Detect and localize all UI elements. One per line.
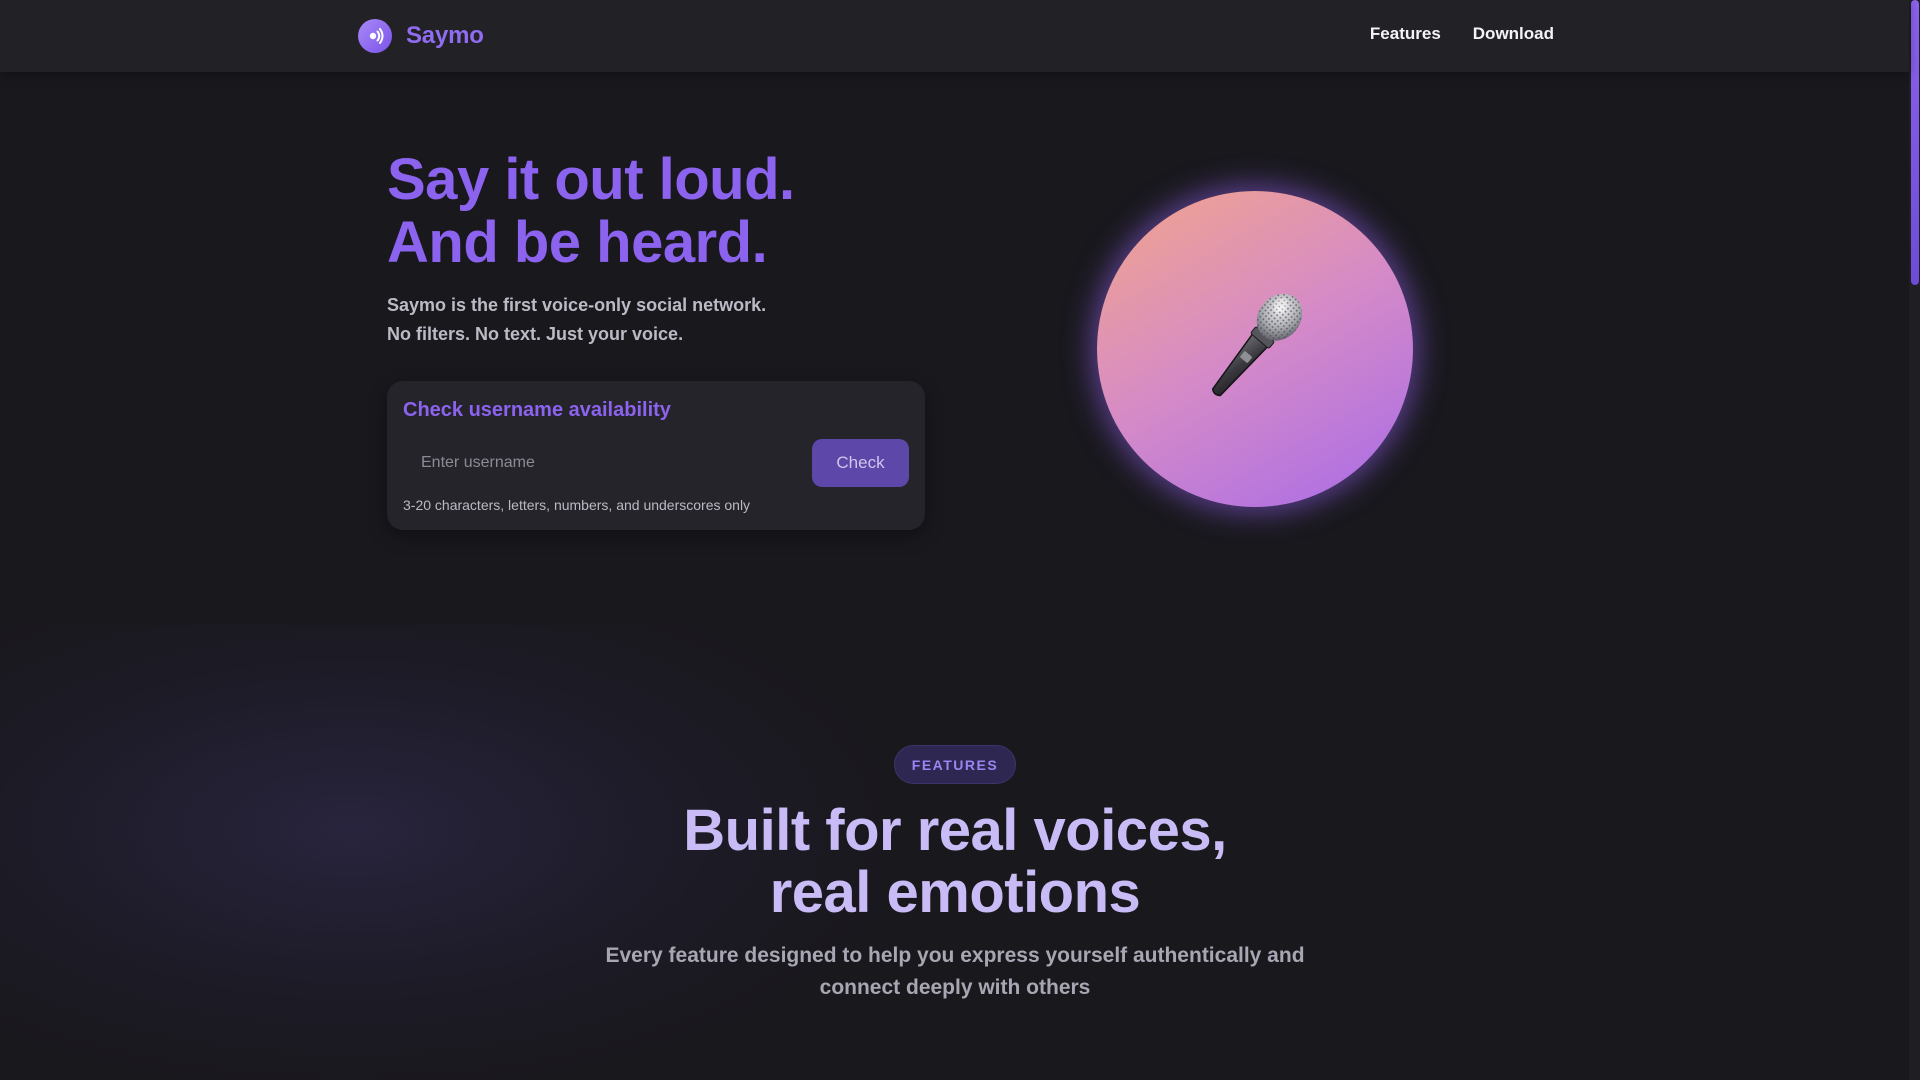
- nav-links: Features Download: [1370, 24, 1554, 44]
- landing-page: Saymo Features Download Say it out loud.…: [0, 0, 1920, 1080]
- hero-title-line-2: And be heard.: [387, 210, 768, 275]
- username-input[interactable]: [403, 439, 803, 487]
- page-scrollbar[interactable]: [1909, 0, 1920, 1080]
- features-title-line-2: real emotions: [769, 860, 1141, 925]
- username-check-title: Check username availability: [403, 399, 671, 421]
- brand-home-link[interactable]: Saymo: [358, 18, 484, 54]
- nav-link-download[interactable]: Download: [1473, 24, 1554, 44]
- hero-illustration: [1097, 191, 1413, 507]
- nav-link-features[interactable]: Features: [1370, 24, 1441, 44]
- hero-subtitle-line-2: No filters. No text. Just your voice.: [387, 324, 684, 344]
- check-button[interactable]: Check: [812, 439, 909, 487]
- features-title-line-1: Built for real voices,: [683, 798, 1227, 863]
- scrollbar-thumb[interactable]: [1911, 0, 1919, 285]
- features-subtitle: Every feature designed to help you expre…: [560, 940, 1350, 1004]
- username-check-card: Check username availability Check 3-20 c…: [387, 381, 925, 530]
- hero-subtitle: Saymo is the first voice-only social net…: [387, 291, 766, 349]
- username-hint: 3-20 characters, letters, numbers, and u…: [403, 497, 751, 513]
- features-badge: FEATURES: [894, 745, 1016, 784]
- hero-subtitle-line-1: Saymo is the first voice-only social net…: [387, 295, 767, 315]
- features-subtitle-line-2: connect deeply with others: [819, 976, 1091, 999]
- hero-title-line-1: Say it out loud.: [387, 147, 795, 212]
- features-title: Built for real voices, real emotions: [560, 800, 1350, 924]
- features-subtitle-line-1: Every feature designed to help you expre…: [605, 944, 1305, 967]
- brand-name: Saymo: [406, 22, 484, 49]
- hero-title: Say it out loud. And be heard.: [387, 148, 795, 274]
- top-navbar: Saymo Features Download: [0, 0, 1909, 72]
- microphone-icon: [1211, 293, 1303, 397]
- saymo-logo-icon: [358, 19, 392, 53]
